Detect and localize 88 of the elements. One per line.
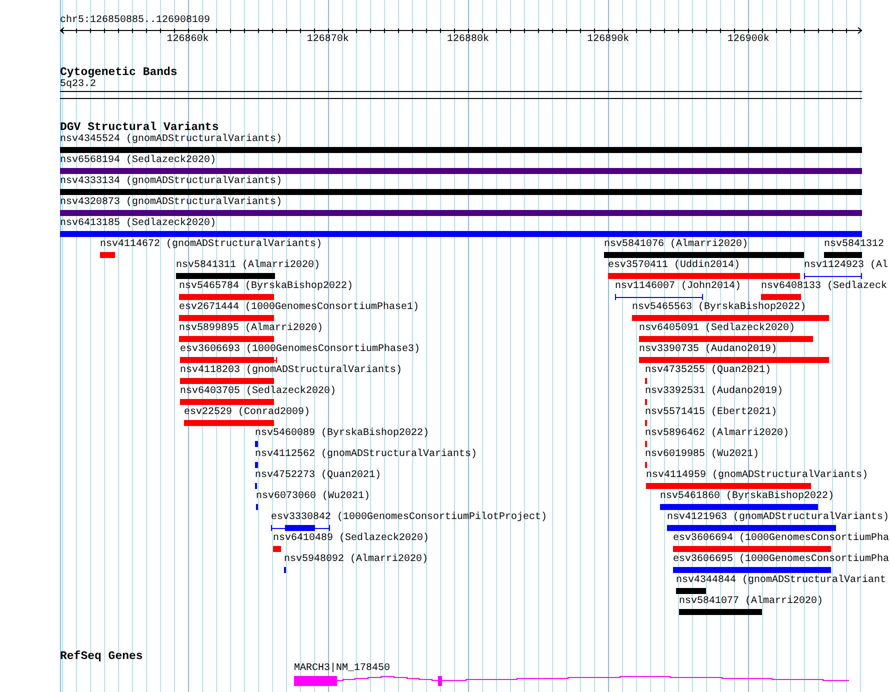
variant-label: nsv4752273 (Quan2021) [255,470,382,482]
variant-label: nsv1146007 (John2014) [615,281,742,293]
variant-bar[interactable] [673,546,831,552]
variant-bar[interactable] [604,252,804,258]
variant-label: esv2671444 (1000GenomesConsortiumPhase1) [179,302,420,314]
variant-bar[interactable] [679,609,762,615]
variant-bar[interactable] [255,441,258,447]
tick-label: 126900k [727,34,770,46]
variant-bar[interactable] [60,210,862,216]
gene-label: MARCH3|NM_178450 [294,663,390,675]
variant-bar[interactable] [676,588,706,594]
variant-label: nsv6568194 (Sedlazeck2020) [60,155,216,167]
variant-label: nsv6413185 (Sedlazeck2020) [60,218,216,230]
variant-bar[interactable] [60,189,862,195]
variant-bar[interactable] [60,168,862,174]
variant-bar[interactable] [639,336,813,342]
variant-span[interactable] [614,294,704,300]
variant-bar[interactable] [673,567,831,573]
variant-label: nsv4118203 (gnomADStructuralVariants) [180,365,402,377]
variant-label: nsv5899895 (Almarri2020) [179,323,324,335]
variant-bar[interactable] [60,231,862,237]
variant-label: esv3606693 (1000GenomesConsortiumPhase3) [180,344,420,356]
variant-label: nsv5841312 [824,239,884,251]
variant-bar[interactable] [184,420,274,426]
exon-block [438,676,442,686]
variant-label: nsv5465784 (ByrskaBishop2022) [179,281,354,293]
variant-bar[interactable] [273,546,281,552]
variant-span-with-block[interactable] [180,356,278,364]
variant-label: nsv6410489 (Sedlazeck2020) [273,533,430,545]
variant-label: nsv4735255 (Quan2021) [645,365,772,377]
variant-label: nsv4121963 (gnomADStructuralVariants) [667,512,890,524]
variant-label: nsv3392531 (Audano2019) [645,386,784,398]
variant-label: nsv5948092 (Almarri2020) [284,554,428,566]
tick-label: 126860k [166,34,209,46]
variant-bar[interactable] [646,483,811,489]
variant-label: nsv6403705 (Sedlazeck2020) [180,386,336,398]
variant-label: nsv6019985 (Wu2021) [645,449,760,461]
variant-bar[interactable] [255,462,258,468]
variant-bar[interactable] [100,252,115,258]
variant-label: nsv5465563 (ByrskaBishop2022) [632,302,806,314]
variant-bar[interactable] [639,357,829,363]
variant-label: esv3606695 (1000GenomesConsortiumPha [673,554,890,566]
variant-label: nsv5461860 (ByrskaBishop2022) [660,491,834,503]
location-label: chr5:126850885..126908109 [60,15,210,27]
variant-label: nsv4114959 (gnomADStructuralVariants) [646,470,868,482]
variant-label: nsv6405091 (Sedlazeck2020) [639,323,796,335]
variant-bar[interactable] [60,147,862,153]
track-title: DGV Structural Variants [60,121,219,134]
variant-label: nsv1124923 (Al [804,260,888,272]
variant-label: nsv4114672 (gnomADStructuralVariants) [100,239,322,251]
variant-label: nsv4345524 (gnomADStructuralVariants) [60,134,282,146]
variant-label: nsv5896462 (Almarri2020) [645,428,790,440]
variant-bar[interactable] [176,273,275,279]
variant-label: esv3330842 (1000GenomesConsortiumPilotProject) [271,512,548,524]
track-title: RefSeq Genes [60,650,143,663]
tick-label: 126880k [447,34,490,46]
variant-bar[interactable] [824,252,862,258]
exon-block [294,676,337,686]
variant-label: nsv5571415 (Ebert2021) [645,407,778,419]
variant-label: esv22529 (Conrad2009) [184,407,310,419]
cytoband-label: 5q23.2 [60,79,96,91]
variant-label: nsv4320873 (gnomADStructuralVariants) [60,197,282,209]
variant-label: nsv4112562 (gnomADStructuralVariants) [255,449,478,461]
variant-label: nsv5841076 (Almarri2020) [604,239,748,251]
variant-bar[interactable] [667,525,836,531]
track-title: Cytogenetic Bands [60,66,178,79]
variant-bar[interactable] [180,399,274,405]
variant-bar[interactable] [660,504,818,510]
variant-bar[interactable] [761,294,801,300]
variant-label: nsv5841077 (Almarri2020) [679,596,824,608]
variant-span-with-block[interactable] [270,524,330,532]
variant-label: esv3570411 (Uddin2014) [608,260,740,272]
variant-label: nsv4333134 (gnomADStructuralVariants) [60,176,282,188]
variant-bar[interactable] [179,336,274,342]
variant-bar[interactable] [180,378,274,384]
variant-label: nsv4344844 (gnomADStructuralVariant [676,575,886,587]
tick-label: 126890k [587,34,630,46]
variant-label: esv3606694 (1000GenomesConsortiumPha [673,533,890,545]
variant-label: nsv5460089 (ByrskaBishop2022) [255,428,430,440]
tick-label: 126870k [306,34,349,46]
variant-bar[interactable] [179,315,274,321]
variant-bar[interactable] [179,294,274,300]
variant-label: nsv6073060 (Wu2021) [256,491,370,503]
variant-label: nsv6408133 (Sedlazeck [761,281,888,293]
variant-label: nsv3390735 (Audano2019) [639,344,778,356]
variant-bar[interactable] [632,315,829,321]
variant-span[interactable] [804,272,862,280]
variant-label: nsv5841311 (Almarri2020) [176,260,320,272]
